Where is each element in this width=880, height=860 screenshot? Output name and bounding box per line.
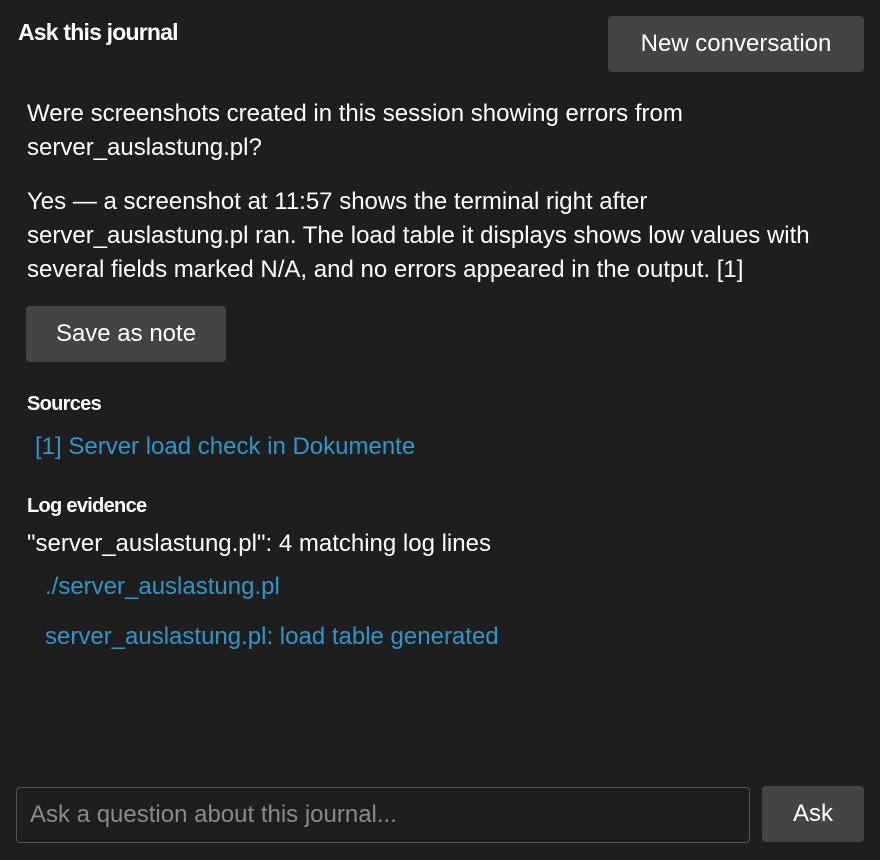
- log-evidence-heading: Log evidence: [27, 495, 147, 517]
- log-evidence-link[interactable]: server_auslastung.pl: load table generat…: [45, 623, 499, 651]
- question-input[interactable]: [16, 787, 750, 843]
- sources-heading: Sources: [27, 393, 102, 415]
- new-conversation-button[interactable]: New conversation: [608, 16, 864, 72]
- source-link[interactable]: [1] Server load check in Dokumente: [35, 433, 415, 461]
- ask-button[interactable]: Ask: [762, 786, 864, 842]
- assistant-answer: Yes — a screenshot at 11:57 shows the te…: [27, 188, 810, 283]
- log-evidence-summary: "server_auslastung.pl": 4 matching log l…: [27, 530, 491, 557]
- log-evidence-link[interactable]: ./server_auslastung.pl: [45, 573, 280, 601]
- page-title: Ask this journal: [18, 19, 179, 45]
- user-question: Were screenshots created in this session…: [27, 100, 683, 161]
- save-as-note-button[interactable]: Save as note: [26, 306, 226, 362]
